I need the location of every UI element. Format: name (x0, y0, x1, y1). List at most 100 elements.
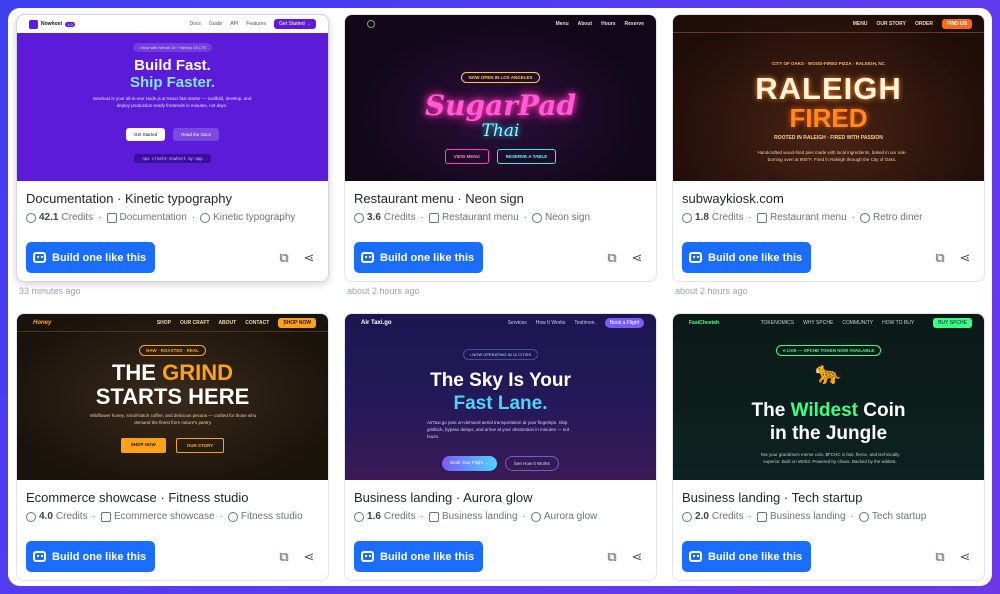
timestamp: 33 minutes ago (19, 286, 81, 296)
share-icon[interactable]: ⋖ (958, 251, 972, 265)
thumb-primary-button: SHOP NOW (120, 438, 166, 453)
open-external-icon[interactable]: ⧉ (605, 251, 619, 265)
category-icon (756, 212, 767, 223)
palette-icon (860, 212, 870, 223)
build-button[interactable]: Build one like this (682, 541, 812, 572)
thumb-nav: Menu (555, 21, 569, 27)
card-meta: 3.6 Credits · Restaurant menu · Neon sign (354, 212, 647, 223)
build-button[interactable]: Build one like this (354, 541, 484, 572)
credits-label: Credits (383, 511, 416, 522)
share-icon[interactable]: ⋖ (630, 550, 644, 564)
robot-icon (689, 252, 702, 263)
credits-value: 42.1 (39, 212, 59, 223)
thumb-nav: Features (246, 21, 267, 27)
robot-icon (361, 252, 374, 263)
credits-icon (26, 212, 36, 223)
category-tag: Business landing (441, 511, 518, 522)
thumb-secondary-button: See How It Works (504, 456, 559, 471)
thumb-heading-line2: STARTS HERE (95, 384, 250, 409)
thumb-nav: OUR STORY (876, 20, 906, 27)
open-external-icon[interactable]: ⧉ (933, 251, 947, 265)
template-card[interactable]: Honey SHOP OUR CRAFT ABOUT CONTACT SHOP … (16, 313, 329, 581)
thumb-nav: Services (507, 320, 527, 326)
thumb-brand: Honey (33, 319, 52, 326)
thumb-nav: API (230, 21, 239, 27)
thumb-heading-end: Coin (863, 400, 906, 421)
build-button-label: Build one like this (52, 251, 147, 264)
thumb-nav: About (577, 21, 593, 27)
build-button-label: Build one like this (52, 550, 147, 563)
thumb-description: Not your grandma's meme coin. $FCHC is f… (760, 452, 900, 464)
thumb-badge: 1.0 (65, 21, 75, 27)
robot-icon (361, 551, 374, 562)
build-button[interactable]: Build one like this (682, 242, 812, 273)
share-icon[interactable]: ⋖ (302, 550, 316, 564)
thumb-heading: Build Fast. (134, 57, 211, 74)
gallery-panel: Nowhost 1.0 Docs Guide API Features Get … (8, 8, 992, 586)
template-card[interactable]: MENU OUR STORY ORDER FIND US CITY OF OAK… (672, 14, 985, 282)
build-button[interactable]: Build one like this (26, 242, 156, 273)
thumb-nav: CONTACT (245, 319, 270, 326)
credits-value: 1.6 (367, 511, 381, 522)
style-tag: Fitness studio (240, 511, 303, 522)
card-thumbnail[interactable]: MENU OUR STORY ORDER FIND US CITY OF OAK… (673, 15, 984, 181)
thumb-kicker: CITY OF OAKS · WOOD-FIRED PIZZA · RALEIG… (772, 61, 885, 66)
palette-icon (530, 511, 541, 522)
open-external-icon[interactable]: ⧉ (277, 550, 291, 564)
credits-icon (26, 511, 36, 522)
thumb-heading-line2: in the Jungle (769, 423, 888, 444)
thumb-pill: RAW · ROASTED · REAL (139, 345, 206, 356)
card-meta: 1.6 Credits · Business landing · Aurora glo… (354, 511, 647, 522)
card-thumbnail[interactable]: FastCheetah TOKENOMICS WHY SPCHE COMMUNI… (673, 314, 984, 480)
template-card[interactable]: FastCheetah TOKENOMICS WHY SPCHE COMMUNI… (672, 313, 985, 581)
share-icon[interactable]: ⋖ (302, 251, 316, 265)
cheetah-icon: 🐆 (814, 360, 843, 385)
template-card[interactable]: Air Taxi.go Services How It Works Testim… (344, 313, 657, 581)
template-card[interactable]: Menu About Hours Reserve NOW OPEN IN LOS… (344, 14, 657, 282)
style-tag: Retro diner (873, 212, 923, 223)
robot-icon (689, 551, 702, 562)
card-thumbnail[interactable]: Nowhost 1.0 Docs Guide API Features Get … (17, 15, 328, 181)
template-card[interactable]: Nowhost 1.0 Docs Guide API Features Get … (16, 14, 329, 282)
thumb-nav: Guide (208, 21, 223, 27)
thumb-nav: Docs (189, 21, 201, 27)
share-icon[interactable]: ⋖ (630, 251, 644, 265)
open-external-icon[interactable]: ⧉ (933, 550, 947, 564)
card-thumbnail[interactable]: Air Taxi.go Services How It Works Testim… (345, 314, 656, 480)
card-thumbnail[interactable]: Honey SHOP OUR CRAFT ABOUT CONTACT SHOP … (17, 314, 328, 480)
build-button[interactable]: Build one like this (26, 541, 156, 572)
thumb-nav: Reserve (624, 21, 644, 27)
credits-icon (354, 511, 364, 522)
category-icon (428, 212, 439, 223)
style-tag: Kinetic typography (213, 212, 296, 223)
build-button[interactable]: Build one like this (354, 242, 484, 273)
credits-label: Credits (55, 511, 88, 522)
thumb-description: AirTaxi.go puts on-demand aerial transpo… (427, 420, 570, 439)
thumb-nav: OUR CRAFT (179, 319, 210, 326)
thumb-heading-accent: FIRED (789, 103, 868, 133)
thumb-nav: ABOUT (218, 319, 237, 326)
style-tag: Aurora glow (543, 511, 598, 522)
thumb-nav: SHOP (156, 319, 171, 326)
share-icon[interactable]: ⋖ (958, 550, 972, 564)
thumb-cta: Book a Flight (604, 318, 644, 328)
thumb-heading: The Sky Is Your (430, 370, 571, 391)
open-external-icon[interactable]: ⧉ (605, 550, 619, 564)
credits-value: 4.0 (39, 511, 53, 522)
open-external-icon[interactable]: ⧉ (277, 251, 291, 265)
build-button-label: Build one like this (380, 550, 475, 563)
category-icon (100, 511, 111, 522)
thumb-pill: NOW OPEN IN LOS ANGELES (461, 72, 540, 83)
thumb-heading: RALEIGH (755, 71, 902, 106)
card-thumbnail[interactable]: Menu About Hours Reserve NOW OPEN IN LOS… (345, 15, 656, 181)
card-title: Ecommerce showcase · Fitness studio (26, 490, 249, 505)
thumb-description: Nowhost is your all-in-one Node.js & Rea… (92, 96, 252, 108)
thumb-nav: TOKENOMICS (760, 320, 795, 326)
category-icon (756, 511, 767, 522)
build-button-label: Build one like this (708, 251, 803, 264)
credits-label: Credits (383, 212, 416, 223)
thumb-cta: Get Started → (274, 19, 316, 29)
category-icon (106, 212, 117, 223)
credits-value: 3.6 (367, 212, 381, 223)
thumb-heading-accent: Thai (481, 121, 520, 141)
